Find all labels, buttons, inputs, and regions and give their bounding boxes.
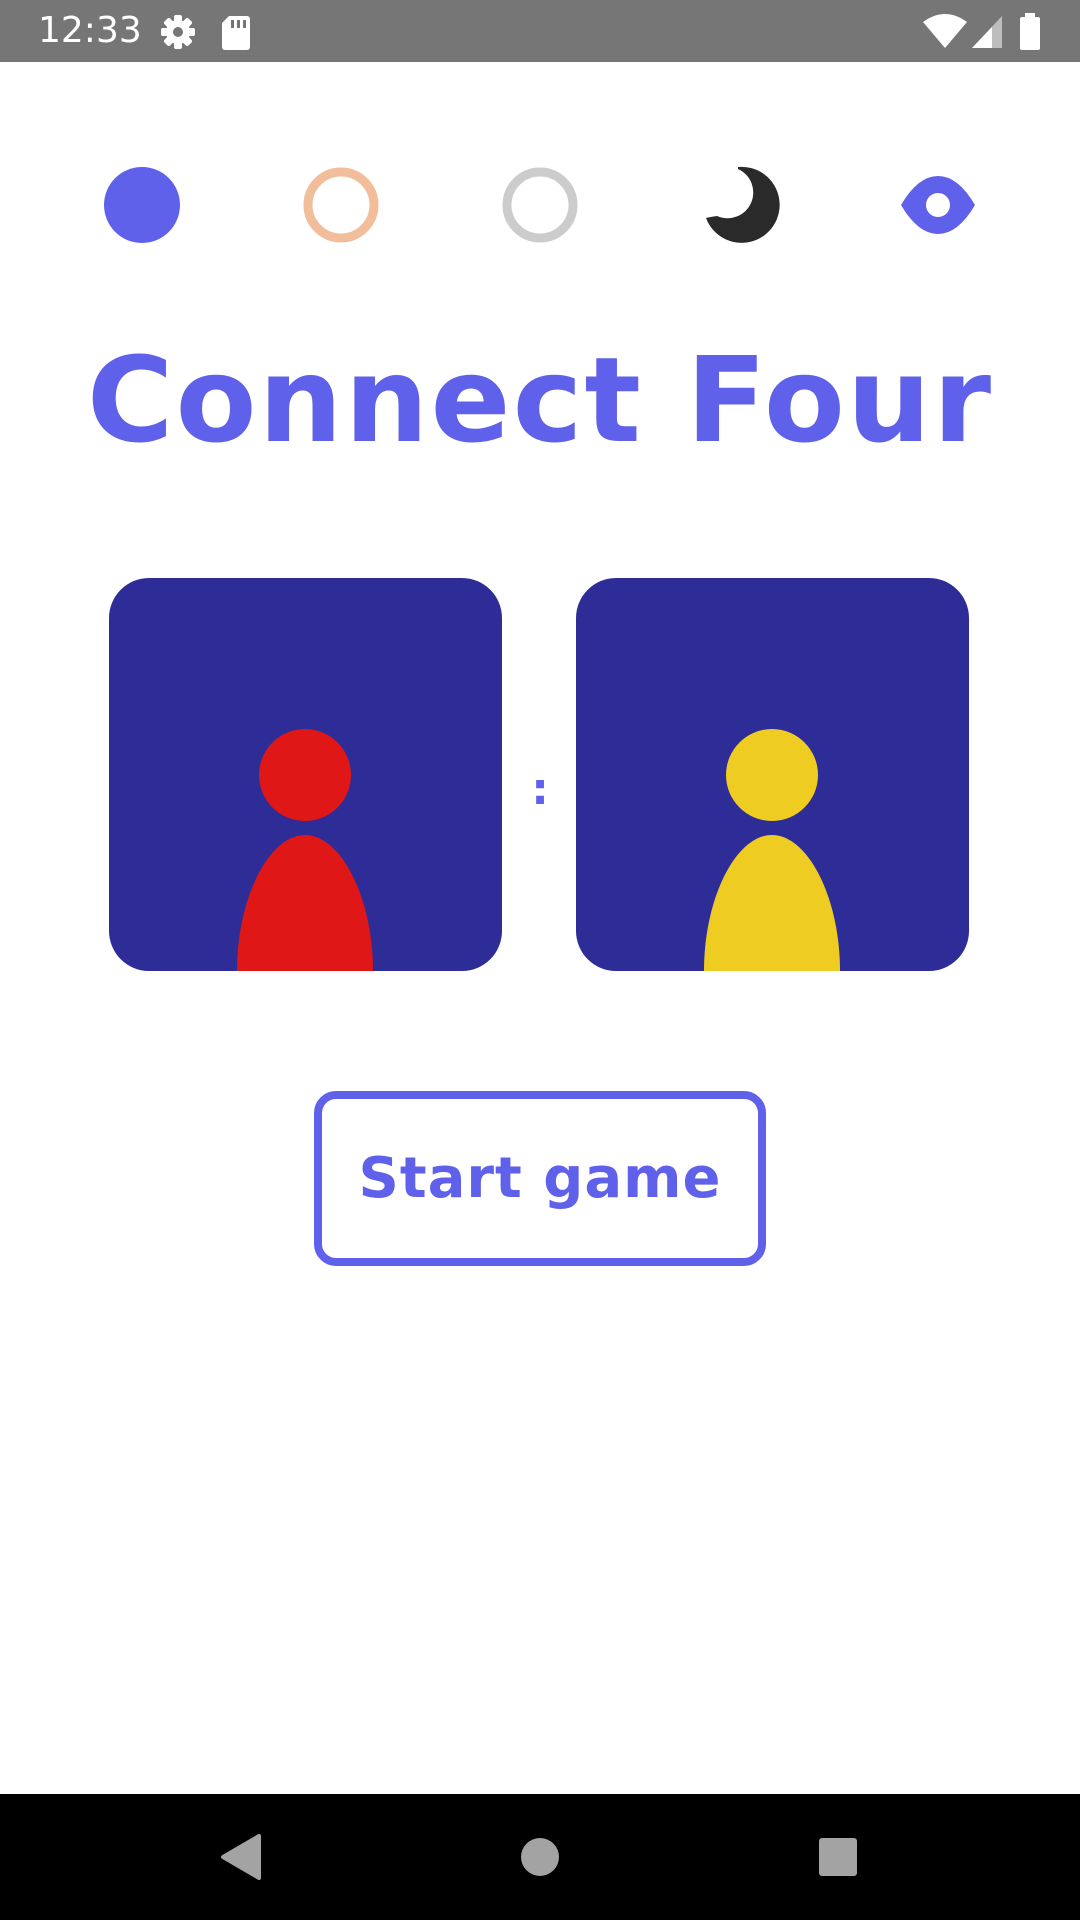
theme-option-peach-ring[interactable]	[296, 160, 386, 250]
player-two-card[interactable]	[576, 578, 969, 971]
theme-option-eye[interactable]	[893, 160, 983, 250]
status-bar: 12:33	[0, 0, 1080, 62]
theme-option-dark-moon[interactable]	[694, 160, 784, 250]
wifi-icon	[922, 12, 968, 52]
eye-icon	[901, 176, 975, 234]
sd-card-icon	[220, 12, 252, 52]
battery-icon	[1018, 12, 1042, 52]
navigation-bar	[0, 1794, 1080, 1920]
theme-option-gray-ring[interactable]	[495, 160, 585, 250]
settings-icon	[158, 12, 198, 52]
theme-selector	[0, 160, 1080, 250]
player-one-card[interactable]	[109, 578, 502, 971]
person-icon	[704, 729, 840, 971]
filled-circle-icon	[104, 167, 180, 243]
app-title: Connect Four	[86, 331, 994, 469]
home-icon[interactable]	[510, 1827, 570, 1887]
person-icon	[237, 729, 373, 971]
versus-separator: :	[531, 764, 549, 815]
theme-option-filled-circle[interactable]	[97, 160, 187, 250]
ring-icon	[303, 167, 379, 243]
status-time: 12:33	[38, 10, 142, 51]
cellular-signal-icon	[970, 12, 1006, 52]
start-game-button[interactable]: Start game	[314, 1091, 766, 1266]
recents-icon[interactable]	[808, 1827, 868, 1887]
app-screen: 12:33 Connect Four: Start game	[0, 0, 1080, 1920]
back-icon[interactable]	[210, 1827, 270, 1887]
moon-icon	[706, 166, 780, 243]
ring-icon	[502, 167, 578, 243]
